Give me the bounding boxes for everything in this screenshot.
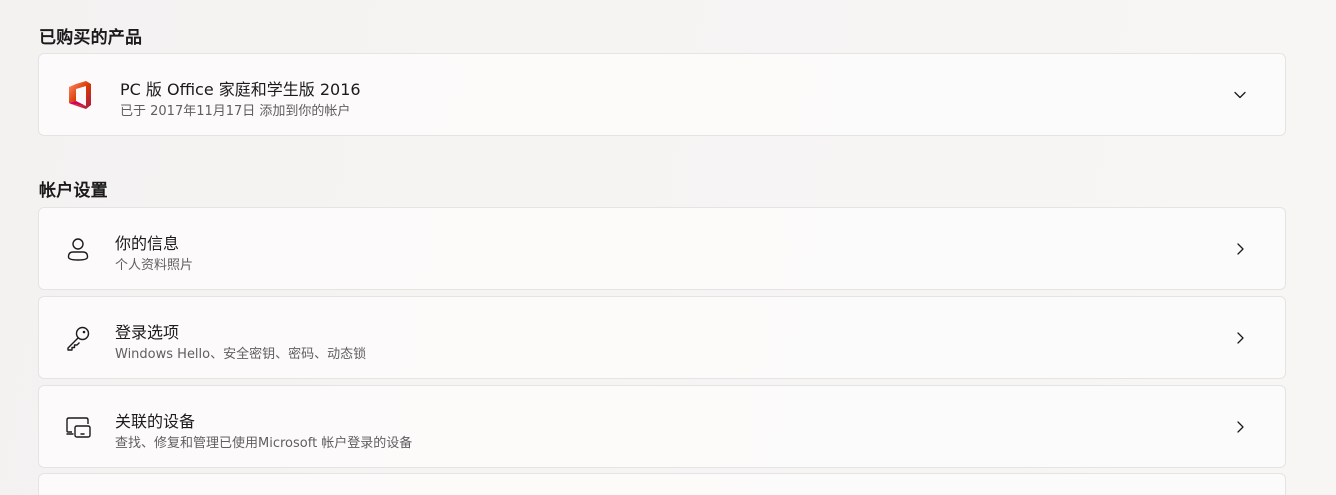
- settings-page: 已购买的产品 PC 版 Office 家庭和学生版 2016 已于 2017年1…: [0, 0, 1336, 495]
- settings-item-title: 登录选项: [115, 323, 180, 342]
- office-logo-icon: [65, 80, 95, 110]
- product-title: PC 版 Office 家庭和学生版 2016: [120, 80, 361, 99]
- key-icon: [63, 323, 93, 353]
- purchased-products-heading: 已购买的产品: [39, 28, 143, 48]
- settings-item-linked-devices[interactable]: 关联的设备 查找、修复和管理已使用Microsoft 帐户登录的设备: [38, 385, 1286, 468]
- linked-devices-icon: [63, 412, 93, 442]
- product-subtitle: 已于 2017年11月17日 添加到你的帐户: [120, 104, 351, 119]
- settings-item-subtitle: Windows Hello、安全密钥、密码、动态锁: [115, 347, 367, 362]
- settings-item-subtitle: 查找、修复和管理已使用Microsoft 帐户登录的设备: [115, 436, 413, 451]
- office-product-card[interactable]: PC 版 Office 家庭和学生版 2016 已于 2017年11月17日 添…: [38, 53, 1286, 136]
- person-icon: [63, 234, 93, 264]
- settings-item-your-info[interactable]: 你的信息 个人资料照片: [38, 207, 1286, 290]
- settings-item-sign-in-options[interactable]: 登录选项 Windows Hello、安全密钥、密码、动态锁: [38, 296, 1286, 379]
- settings-item-title: 关联的设备: [115, 412, 196, 431]
- settings-item-title: 你的信息: [115, 234, 180, 253]
- chevron-right-icon: [1237, 421, 1244, 433]
- settings-item-subtitle: 个人资料照片: [115, 258, 194, 273]
- chevron-right-icon: [1237, 243, 1244, 255]
- chevron-down-icon[interactable]: [1231, 86, 1249, 104]
- settings-item-partial[interactable]: [38, 473, 1286, 495]
- account-settings-heading: 帐户设置: [39, 181, 108, 201]
- chevron-right-icon: [1237, 332, 1244, 344]
